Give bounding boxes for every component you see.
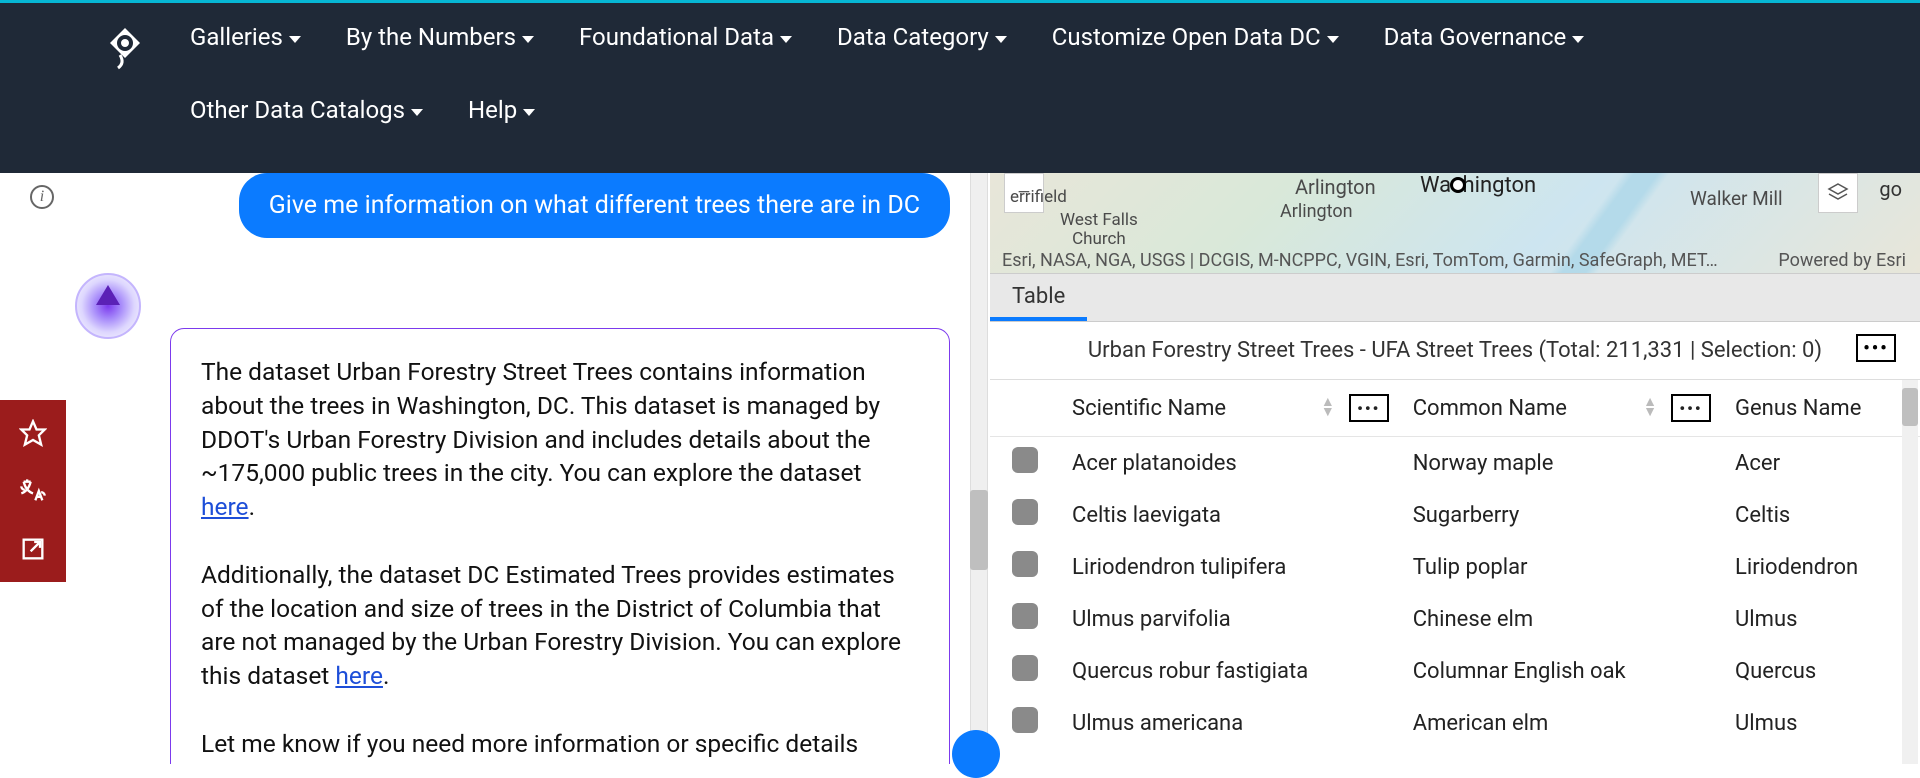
table-row[interactable]: Ulmus americana American elm Ulmus	[990, 697, 1920, 749]
row-checkbox[interactable]	[1012, 499, 1038, 525]
column-menu-button[interactable]: •••	[1349, 394, 1389, 422]
cell-common: Chinese elm	[1401, 593, 1723, 645]
map-go-label: go	[1879, 177, 1902, 201]
map-label: West Falls Church	[1060, 211, 1138, 248]
cell-genus: Ulmus	[1723, 697, 1920, 749]
table-row[interactable]: Celtis laevigata Sugarberry Celtis	[990, 489, 1920, 541]
dataset-link-2[interactable]: here	[335, 661, 383, 690]
column-genus-name[interactable]: Genus Name	[1723, 380, 1920, 437]
column-menu-button[interactable]: •••	[1671, 394, 1711, 422]
table-row[interactable]: Quercus robur fastigiata Columnar Englis…	[990, 645, 1920, 697]
cell-genus: Liriodendron	[1723, 541, 1920, 593]
row-checkbox[interactable]	[1012, 551, 1038, 577]
caret-icon	[289, 36, 301, 43]
map-label: Walker Mill	[1690, 187, 1783, 210]
map[interactable]: − Arlington Washington Arlington Walker …	[990, 173, 1920, 273]
cell-common: Tulip poplar	[1401, 541, 1723, 593]
cell-scientific: Acer platanoides	[1060, 437, 1401, 490]
right-panel: − Arlington Washington Arlington Walker …	[990, 173, 1920, 764]
table-scrollbar[interactable]	[1902, 380, 1918, 764]
main-navbar: Galleries By the Numbers Foundational Da…	[0, 3, 1920, 173]
map-marker	[1450, 177, 1466, 193]
nav-data-category[interactable]: Data Category	[837, 23, 1007, 51]
column-scientific-name[interactable]: Scientific Name▲▼•••	[1060, 380, 1401, 437]
sort-icon[interactable]: ▲▼	[1643, 398, 1657, 418]
nav-customize[interactable]: Customize Open Data DC	[1052, 23, 1339, 51]
caret-icon	[780, 36, 792, 43]
cell-scientific: Liriodendron tulipifera	[1060, 541, 1401, 593]
user-message: Give me information on what different tr…	[239, 173, 950, 238]
table-tabs: Table	[990, 273, 1920, 322]
map-label: errifield	[1010, 187, 1067, 207]
cell-scientific: Ulmus parvifolia	[1060, 593, 1401, 645]
map-label: Arlington	[1295, 175, 1376, 199]
table-row[interactable]: Acer platanoides Norway maple Acer	[990, 437, 1920, 490]
sort-icon[interactable]: ▲▼	[1321, 398, 1335, 418]
cell-common: Columnar English oak	[1401, 645, 1723, 697]
cell-genus: Acer	[1723, 437, 1920, 490]
cell-scientific: Quercus robur fastigiata	[1060, 645, 1401, 697]
cell-genus: Celtis	[1723, 489, 1920, 541]
caret-icon	[522, 36, 534, 43]
dataset-link-1[interactable]: here	[201, 492, 249, 521]
nav-galleries[interactable]: Galleries	[190, 23, 301, 51]
map-label: Arlington	[1280, 201, 1353, 222]
map-label: Washington	[1420, 173, 1536, 198]
nav-help[interactable]: Help	[468, 96, 535, 124]
data-table: Scientific Name▲▼••• Common Name▲▼••• Ge…	[990, 380, 1920, 749]
map-layers-button[interactable]	[1818, 173, 1858, 213]
table-options-button[interactable]: •••	[1856, 334, 1896, 362]
row-checkbox[interactable]	[1012, 447, 1038, 473]
cell-common: Norway maple	[1401, 437, 1723, 490]
assistant-avatar	[75, 273, 141, 339]
cell-scientific: Celtis laevigata	[1060, 489, 1401, 541]
cell-scientific: Ulmus americana	[1060, 697, 1401, 749]
nav-foundational-data[interactable]: Foundational Data	[579, 23, 792, 51]
caret-icon	[995, 36, 1007, 43]
panel-divider-handle[interactable]	[970, 490, 988, 570]
tab-table[interactable]: Table	[990, 274, 1087, 321]
row-checkbox[interactable]	[1012, 603, 1038, 629]
table-row[interactable]: Liriodendron tulipifera Tulip poplar Lir…	[990, 541, 1920, 593]
table-title: Urban Forestry Street Trees - UFA Street…	[1088, 338, 1822, 363]
row-checkbox[interactable]	[1012, 655, 1038, 681]
caret-icon	[523, 109, 535, 116]
caret-icon	[1572, 36, 1584, 43]
table-row[interactable]: Ulmus parvifolia Chinese elm Ulmus	[990, 593, 1920, 645]
caret-icon	[1327, 36, 1339, 43]
column-common-name[interactable]: Common Name▲▼•••	[1401, 380, 1723, 437]
row-checkbox[interactable]	[1012, 707, 1038, 733]
map-powered-by: Powered by Esri	[1778, 250, 1906, 271]
cell-genus: Ulmus	[1723, 593, 1920, 645]
cell-genus: Quercus	[1723, 645, 1920, 697]
nav-other-catalogs[interactable]: Other Data Catalogs	[190, 96, 423, 124]
chat-panel: Give me information on what different tr…	[75, 173, 965, 764]
cell-common: American elm	[1401, 697, 1723, 749]
caret-icon	[411, 109, 423, 116]
cell-common: Sugarberry	[1401, 489, 1723, 541]
nav-by-the-numbers[interactable]: By the Numbers	[346, 23, 534, 51]
assistant-message: The dataset Urban Forestry Street Trees …	[170, 328, 950, 764]
nav-data-governance[interactable]: Data Governance	[1384, 23, 1585, 51]
panel-divider[interactable]	[970, 173, 988, 763]
site-logo[interactable]	[100, 23, 150, 73]
map-credits: Esri, NASA, NGA, USGS | DCGIS, M-NCPPC, …	[1002, 250, 1718, 271]
